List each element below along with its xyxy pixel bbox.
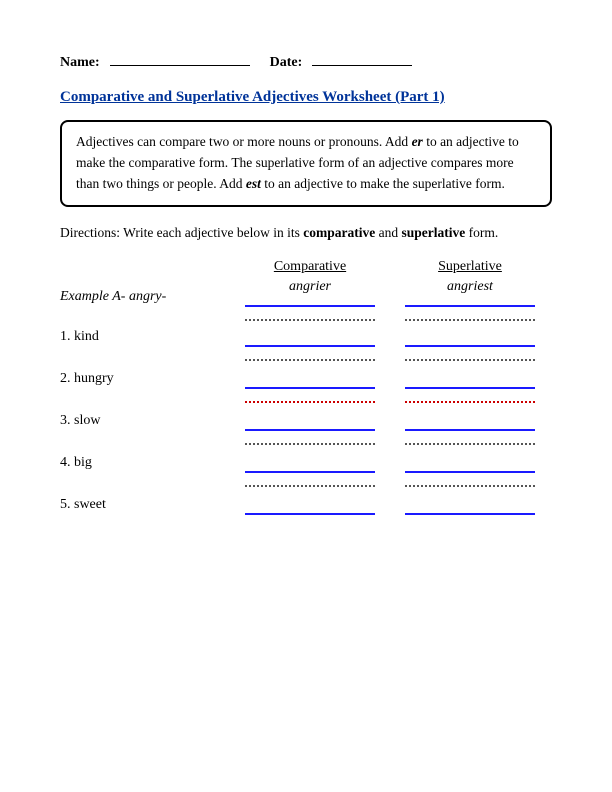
item-3-sup-area xyxy=(390,419,550,431)
item-1-block: 1. kind xyxy=(60,329,552,361)
item-5-block: 5. sweet xyxy=(60,497,552,515)
item-4-sup-area xyxy=(390,461,550,473)
item-2-label: 2. hungry xyxy=(60,371,230,389)
example-block: Example A- angry- angrier angriest xyxy=(60,279,552,321)
item-2-dotted-sup xyxy=(405,393,535,403)
comparative-header: Comparative xyxy=(230,259,390,275)
item-5-label: 5. sweet xyxy=(60,497,230,515)
item-2-dotted-row xyxy=(230,391,552,403)
item-2-dotted-comp xyxy=(245,393,375,403)
item-4-dotted-sup xyxy=(405,477,535,487)
example-comparative-line[interactable] xyxy=(245,297,375,307)
item-3-row: 3. slow xyxy=(60,413,552,431)
item-3-label: 3. slow xyxy=(60,413,230,431)
item-1-label: 1. kind xyxy=(60,329,230,347)
date-blank[interactable] xyxy=(312,50,412,66)
item-5-sup-line[interactable] xyxy=(405,505,535,515)
item-1-comp-line[interactable] xyxy=(245,337,375,347)
superlative-header: Superlative xyxy=(390,259,550,275)
example-superlative-line[interactable] xyxy=(405,297,535,307)
columns-header: Comparative Superlative xyxy=(230,259,552,275)
info-text: Adjectives can compare two or more nouns… xyxy=(76,134,519,191)
directions-text: Directions: Write each adjective below i… xyxy=(60,225,498,240)
name-label: Name: xyxy=(60,55,100,71)
item-4-comp-line[interactable] xyxy=(245,463,375,473)
item-3-dotted-comp xyxy=(245,435,375,445)
example-comparative-area: angrier xyxy=(230,279,390,307)
item-1-dotted-sup xyxy=(405,351,535,361)
item-1-sup-line[interactable] xyxy=(405,337,535,347)
example-label: Example A- angry- xyxy=(60,289,230,307)
item-5-sup-area xyxy=(390,503,550,515)
example-row: Example A- angry- angrier angriest xyxy=(60,279,552,307)
item-3-sup-line[interactable] xyxy=(405,421,535,431)
item-4-row: 4. big xyxy=(60,455,552,473)
example-superlative-text: angriest xyxy=(390,279,550,295)
header: Name: Date: xyxy=(60,50,552,71)
item-2-sup-line[interactable] xyxy=(405,379,535,389)
item-3-dotted-row xyxy=(230,433,552,445)
item-1-dotted-row xyxy=(230,349,552,361)
item-2-block: 2. hungry xyxy=(60,371,552,403)
name-blank[interactable] xyxy=(110,50,250,66)
item-1-sup-area xyxy=(390,335,550,347)
example-dotted-sup xyxy=(390,309,550,321)
item-5-row: 5. sweet xyxy=(60,497,552,515)
item-4-block: 4. big xyxy=(60,455,552,487)
item-3-block: 3. slow xyxy=(60,413,552,445)
example-comparative-text: angrier xyxy=(230,279,390,295)
item-3-comp-area xyxy=(230,419,390,431)
item-1-dotted-comp xyxy=(245,351,375,361)
item-4-comp-area xyxy=(230,461,390,473)
item-1-comp-area xyxy=(230,335,390,347)
item-2-sup-area xyxy=(390,377,550,389)
date-label: Date: xyxy=(270,55,303,71)
example-dotted-row xyxy=(230,309,552,321)
item-5-comp-area xyxy=(230,503,390,515)
example-dotted-comp-line xyxy=(245,311,375,321)
item-4-dotted-row xyxy=(230,475,552,487)
item-3-comp-line[interactable] xyxy=(245,421,375,431)
worksheet-title: Comparative and Superlative Adjectives W… xyxy=(60,89,552,106)
directions: Directions: Write each adjective below i… xyxy=(60,223,552,243)
item-2-comp-line[interactable] xyxy=(245,379,375,389)
item-3-dotted-sup xyxy=(405,435,535,445)
item-2-row: 2. hungry xyxy=(60,371,552,389)
example-dotted-comp xyxy=(230,309,390,321)
info-box: Adjectives can compare two or more nouns… xyxy=(60,120,552,207)
item-2-comp-area xyxy=(230,377,390,389)
item-4-label: 4. big xyxy=(60,455,230,473)
example-dotted-sup-line xyxy=(405,311,535,321)
item-4-dotted-comp xyxy=(245,477,375,487)
item-5-comp-line[interactable] xyxy=(245,505,375,515)
item-1-row: 1. kind xyxy=(60,329,552,347)
item-4-sup-line[interactable] xyxy=(405,463,535,473)
example-superlative-area: angriest xyxy=(390,279,550,307)
